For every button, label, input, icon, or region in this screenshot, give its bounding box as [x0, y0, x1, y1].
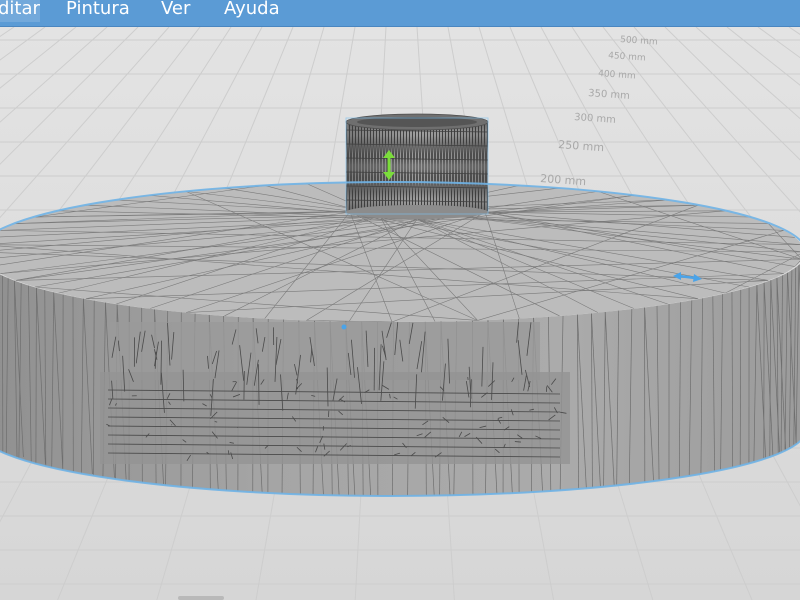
menu-editar[interactable]: ditar [0, 0, 40, 22]
scene-canvas[interactable]: 500 mm 450 mm 400 mm 350 mm 300 mm 250 m… [0, 27, 800, 600]
tower-base [346, 205, 488, 219]
horizontal-scrollbar[interactable] [178, 596, 224, 600]
center-marker-icon [341, 324, 347, 330]
menu-ver[interactable]: Ver [161, 0, 190, 22]
menu-bar: ditar Pintura Ver Ayuda [0, 0, 800, 27]
menu-ayuda[interactable]: Ayuda [224, 0, 280, 22]
menu-pintura[interactable]: Pintura [66, 0, 130, 22]
embossed-text-relief [100, 322, 570, 464]
3d-viewport[interactable]: 500 mm 450 mm 400 mm 350 mm 300 mm 250 m… [0, 27, 800, 600]
